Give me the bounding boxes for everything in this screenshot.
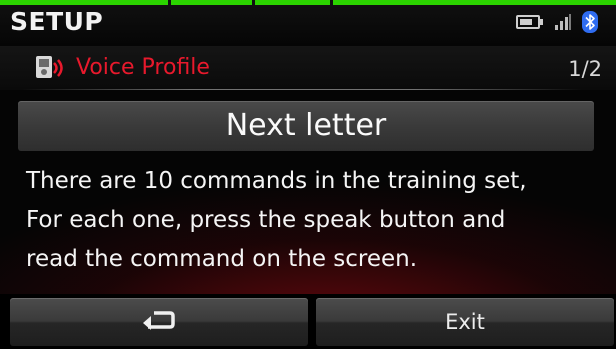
prompt-box: Next letter [18, 101, 594, 151]
page-indicator: 1/2 [568, 57, 602, 81]
signal-icon [554, 13, 572, 35]
bluetooth-icon [582, 11, 598, 37]
subheader-divider [22, 89, 582, 90]
battery-icon [516, 14, 544, 34]
voice-profile-label: Voice Profile [76, 55, 210, 80]
header-bar: SETUP [0, 5, 616, 43]
status-icons [516, 11, 598, 37]
page-title: SETUP [10, 7, 104, 36]
voice-profile-icon [34, 55, 74, 83]
bottom-button-bar: Exit [0, 294, 616, 349]
exit-button[interactable]: Exit [316, 298, 614, 346]
back-button[interactable] [10, 298, 308, 346]
instruction-message: There are 10 commands in the training se… [26, 162, 606, 279]
exit-button-label: Exit [445, 310, 485, 334]
profile-bar: Voice Profile 1/2 [0, 46, 616, 90]
prompt-text: Next letter [225, 108, 387, 143]
return-arrow-icon [142, 309, 176, 335]
voice-training-screen: SETUP Voice Profile 1/2 Next letter Ther… [0, 0, 616, 349]
instruction-line: For each one, press the speak button and [26, 207, 506, 233]
instruction-line: There are 10 commands in the training se… [26, 168, 527, 194]
instruction-line: read the command on the screen. [26, 246, 418, 272]
